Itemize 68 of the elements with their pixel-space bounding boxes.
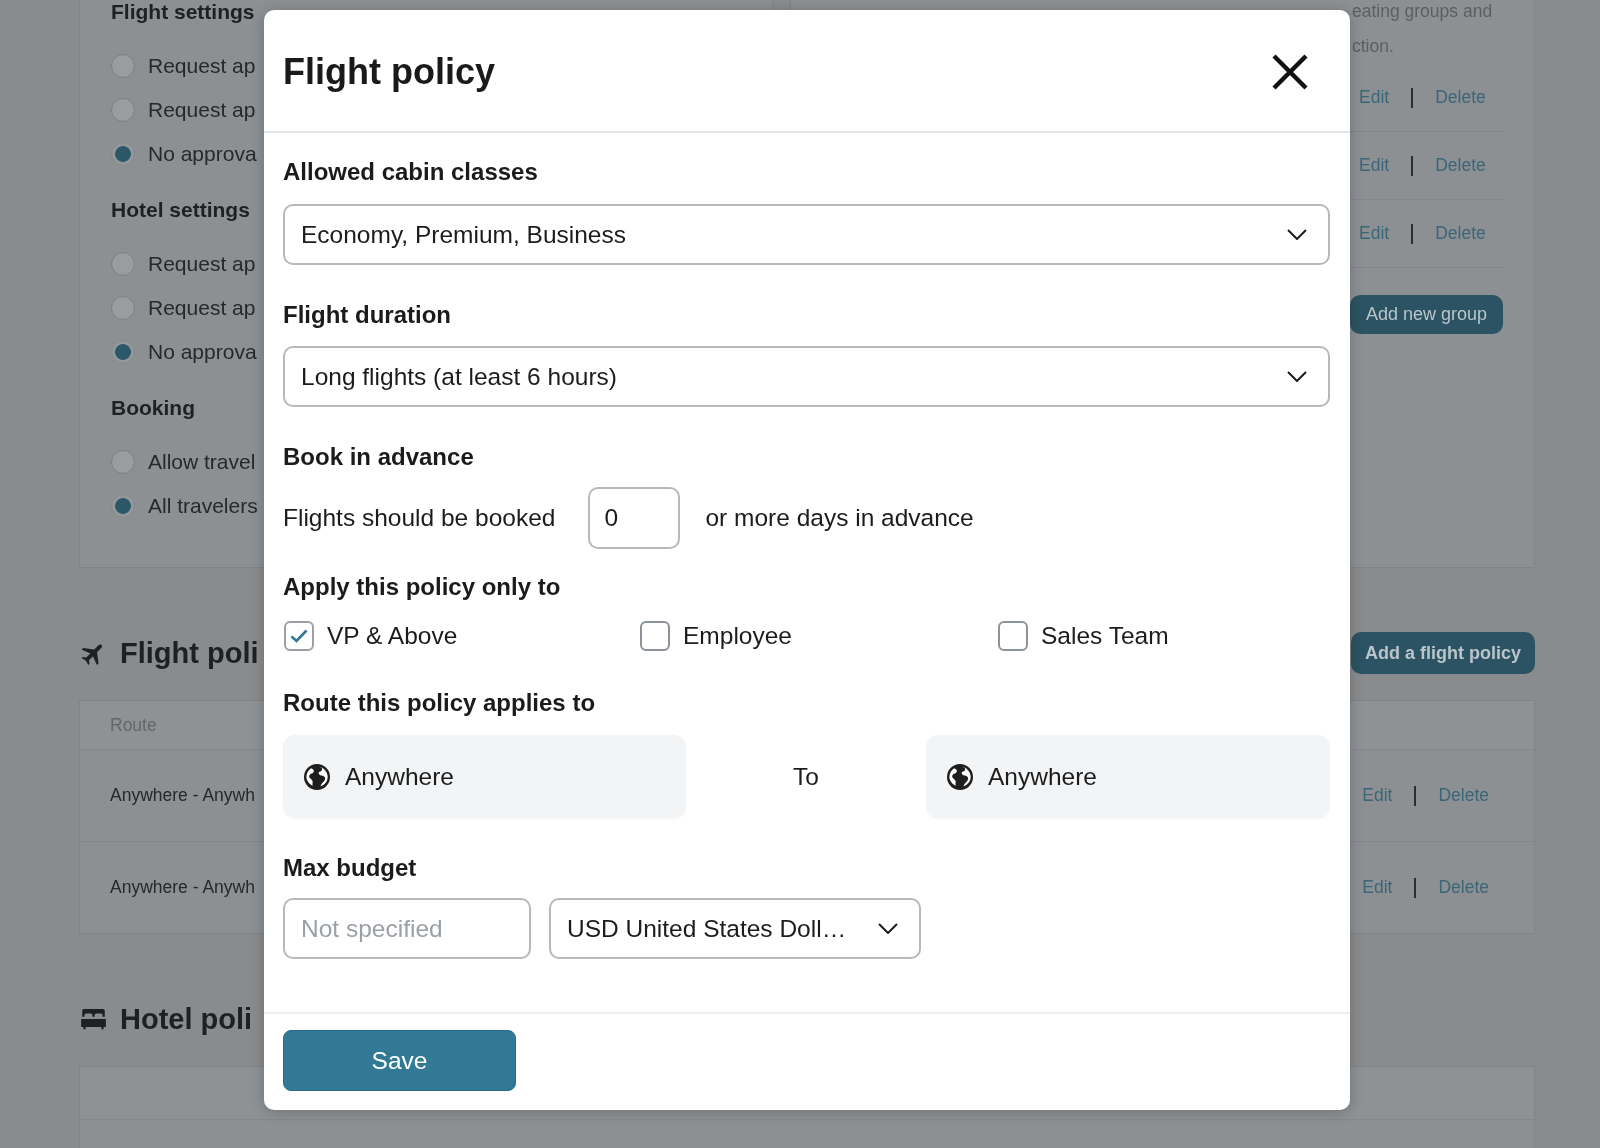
close-button[interactable] (1272, 54, 1308, 90)
delete-link[interactable]: Delete (1435, 155, 1486, 176)
radio-label: Allow travel (148, 450, 256, 474)
checkmark-icon (290, 629, 308, 643)
edit-link[interactable]: Edit (1362, 877, 1393, 898)
section-title: Hotel poli (120, 1002, 253, 1036)
delete-link[interactable]: Delete (1438, 877, 1489, 898)
radio-label: No approva (148, 340, 257, 364)
currency-select[interactable]: USD United States Doll… (549, 898, 921, 959)
destination-field[interactable]: Anywhere (926, 735, 1330, 818)
field-label: Max budget (283, 854, 417, 882)
field-label: Route this policy applies to (283, 689, 596, 717)
budget-input[interactable]: Not specified (283, 898, 531, 959)
radio-label: Request ap (148, 54, 256, 78)
globe-icon (947, 763, 973, 790)
dialog-title: Flight policy (283, 51, 495, 93)
section-heading: Hotel settings (111, 198, 250, 222)
field-label: Flight duration (283, 301, 451, 329)
radio-button[interactable] (111, 54, 135, 78)
radio-button[interactable] (111, 252, 135, 276)
radio-label: Request ap (148, 252, 256, 276)
radio-button[interactable] (111, 340, 135, 364)
table-cell: Anywhere - Anywh (110, 877, 255, 898)
checkbox[interactable] (284, 621, 314, 651)
radio-label: Request ap (148, 98, 256, 122)
days-input[interactable]: 0 (588, 487, 681, 549)
radio-button[interactable] (111, 98, 135, 122)
origin-field[interactable]: Anywhere (283, 735, 686, 818)
checkbox-label: Sales Team (1041, 622, 1169, 650)
table-cell: Anywhere - Anywh (110, 785, 255, 806)
radio-button[interactable] (111, 296, 135, 320)
radio-button[interactable] (111, 142, 135, 166)
checkbox[interactable] (998, 621, 1028, 651)
chevron-down-icon (1287, 229, 1307, 240)
field-text: or more days in advance (705, 504, 974, 532)
add-flight-policy-button[interactable]: Add a flight policy (1351, 632, 1535, 674)
section-title: Flight poli (120, 636, 259, 670)
field-text: Flights should be booked (283, 504, 556, 532)
add-group-button[interactable]: Add new group (1350, 295, 1504, 334)
cabin-class-select[interactable]: Economy, Premium, Business (283, 204, 1330, 265)
edit-link[interactable]: Edit (1359, 87, 1390, 108)
bed-icon (80, 1007, 107, 1031)
checkbox-label: Employee (683, 622, 792, 650)
radio-label: No approva (148, 142, 257, 166)
checkbox[interactable] (640, 621, 670, 651)
section-heading: Booking (111, 396, 195, 420)
radio-label: All travelers (148, 494, 258, 518)
delete-link[interactable]: Delete (1438, 785, 1489, 806)
edit-link[interactable]: Edit (1359, 223, 1390, 244)
radio-button[interactable] (111, 450, 135, 474)
chevron-down-icon (1287, 371, 1307, 382)
edit-link[interactable]: Edit (1359, 155, 1390, 176)
checkbox-label: VP & Above (327, 622, 458, 650)
save-button[interactable]: Save (283, 1030, 516, 1091)
globe-icon (304, 763, 330, 790)
route-connector-text: To (793, 762, 819, 791)
flight-duration-select[interactable]: Long flights (at least 6 hours) (283, 346, 1330, 407)
delete-link[interactable]: Delete (1435, 223, 1486, 244)
radio-label: Request ap (148, 296, 256, 320)
section-heading: Flight settings (111, 0, 255, 24)
field-label: Apply this policy only to (283, 573, 561, 601)
field-label: Book in advance (283, 443, 474, 471)
field-label: Allowed cabin classes (283, 158, 538, 186)
radio-button[interactable] (111, 494, 135, 518)
delete-link[interactable]: Delete (1435, 87, 1486, 108)
chevron-down-icon (878, 923, 898, 934)
close-icon (1272, 54, 1308, 90)
edit-link[interactable]: Edit (1362, 785, 1393, 806)
